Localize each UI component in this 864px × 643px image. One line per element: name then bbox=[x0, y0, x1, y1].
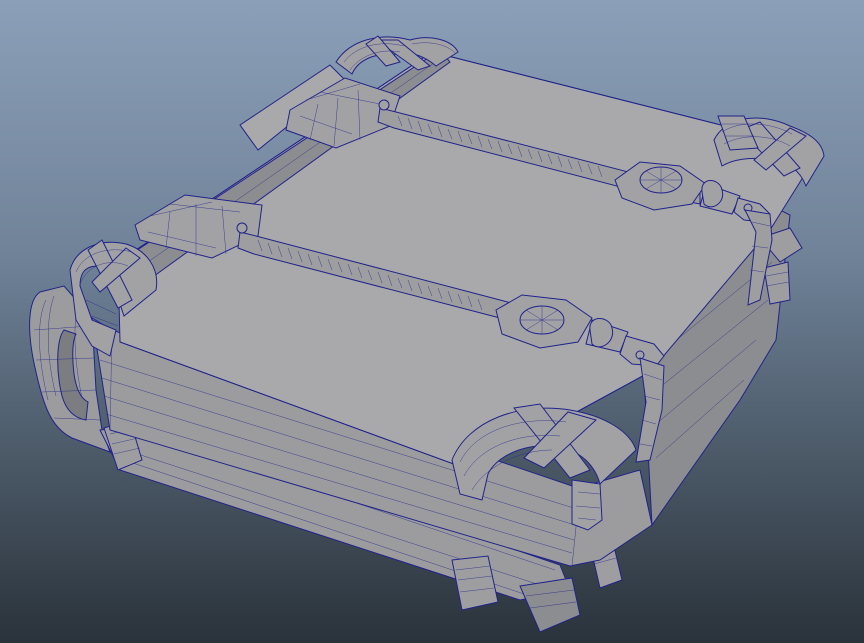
3d-viewport[interactable] bbox=[0, 0, 864, 643]
book-spine bbox=[29, 285, 111, 453]
book-model bbox=[29, 35, 825, 633]
